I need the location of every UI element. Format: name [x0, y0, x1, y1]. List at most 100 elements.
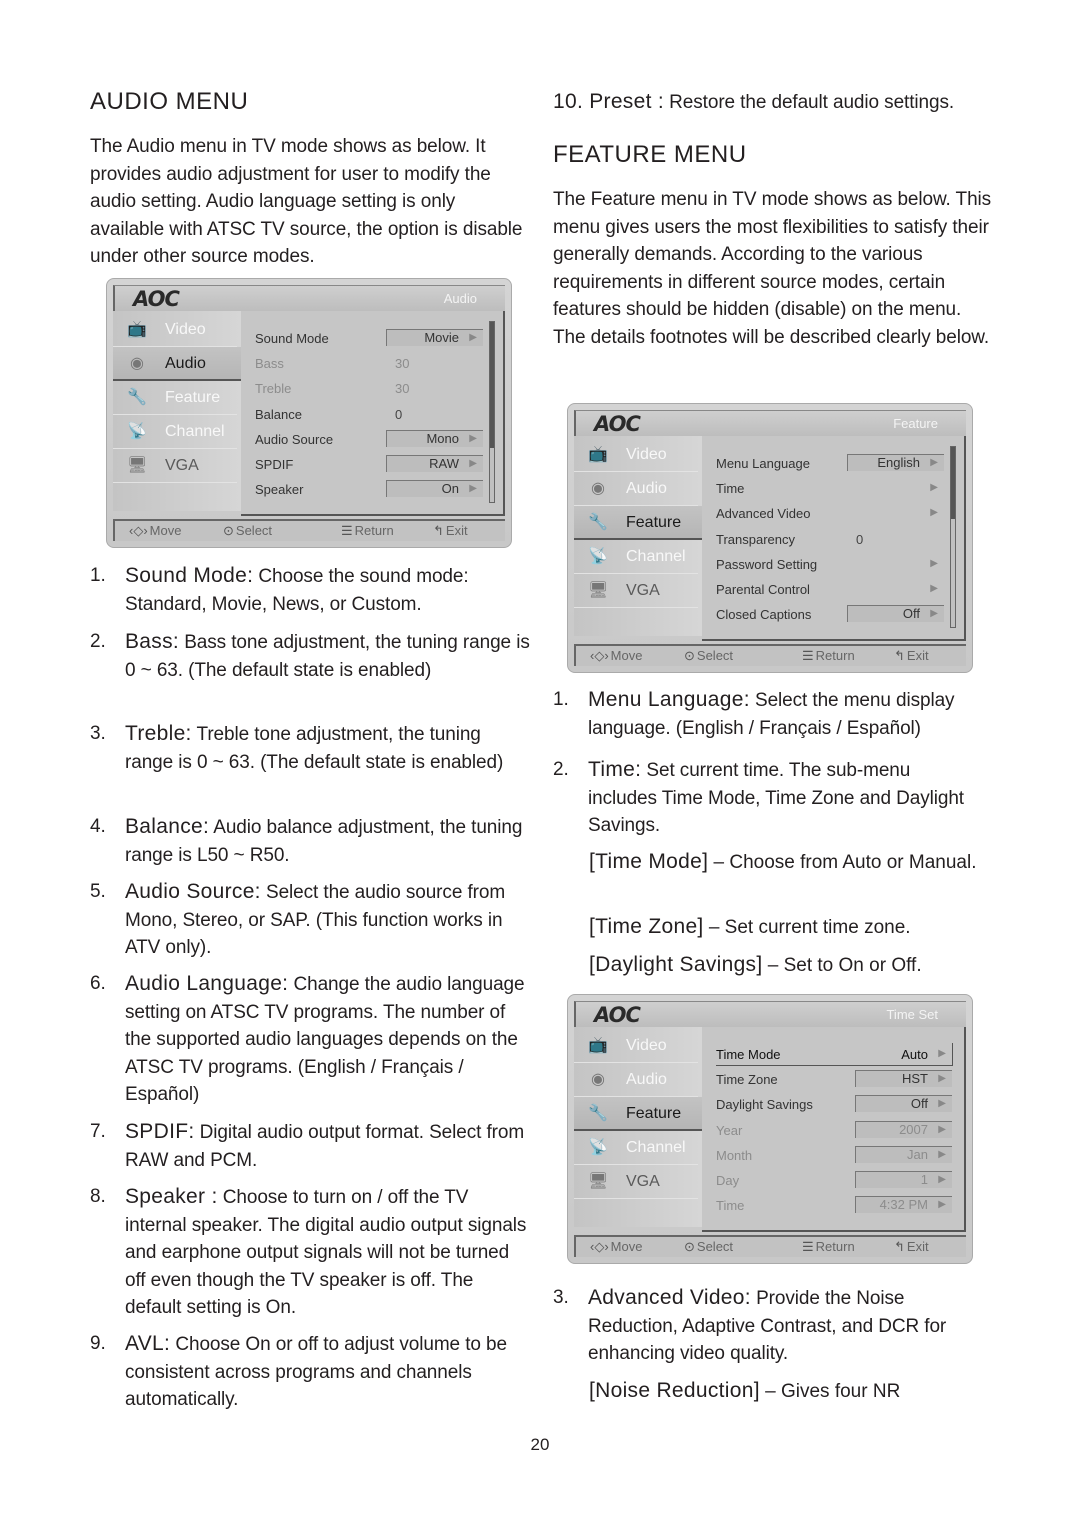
move-icon: ‹◇› — [129, 523, 148, 538]
sub-item-term: [Time Mode] — [589, 850, 709, 873]
osd-row-time-zone[interactable]: Time Zone HST ▶ — [716, 1068, 952, 1090]
list-item: 8. Speaker : Choose to turn on / off the … — [90, 1183, 530, 1322]
value-selector[interactable]: Movie ▶ — [386, 329, 483, 346]
list-item: 1. Menu Language: Select the menu display… — [553, 686, 998, 742]
osd-row-audio-source[interactable]: Audio Source Mono ▶ — [255, 428, 483, 450]
scrollbar[interactable] — [950, 446, 956, 628]
nav-item-vga[interactable]: 🖥 VGA — [574, 1165, 698, 1199]
value-selector[interactable]: Off ▶ — [847, 605, 944, 623]
osd-row-spdif[interactable]: SPDIF RAW ▶ — [255, 453, 483, 475]
arrow-right-icon: ▶ — [938, 1048, 946, 1059]
sub-item-text: – Set current time zone. — [703, 917, 911, 938]
nav-item-audio[interactable]: ◉ Audio — [574, 472, 698, 506]
arrow-right-icon: ▶ — [930, 557, 938, 569]
item-text: Set current time. The sub-menu includes … — [588, 760, 964, 836]
monitor-icon: 🖥 — [588, 582, 609, 599]
hint-select: ⊙ Select — [223, 523, 272, 539]
osd-row-parental-control[interactable]: Parental Control ▶ — [716, 578, 944, 600]
nav-label: Channel — [165, 423, 225, 440]
item-number: 2. — [90, 631, 106, 652]
row-value: Off — [902, 606, 920, 622]
value-selector[interactable]: Off ▶ — [855, 1095, 952, 1113]
item-body: Menu Language: Select the menu display l… — [588, 686, 998, 742]
hint-label: Exit — [906, 648, 929, 663]
row-label: Time — [716, 1198, 745, 1214]
osd-row-time[interactable]: Time ▶ — [716, 477, 944, 499]
row-value: 0 — [395, 406, 403, 422]
row-label: Sound Mode — [255, 331, 329, 346]
nav-label: Video — [165, 321, 206, 338]
audio-menu-intro: The Audio menu in TV mode shows as below… — [90, 136, 523, 267]
osd-row-time[interactable]: Time 4:32 PM ▶ — [716, 1194, 952, 1216]
nav-label: VGA — [626, 1173, 660, 1190]
return-icon: ☰ — [802, 1239, 814, 1254]
sub-item-text: – Gives four NR — [759, 1381, 901, 1402]
nav-item-audio[interactable]: ◉ Audio — [113, 347, 241, 381]
scrollbar[interactable] — [489, 321, 495, 503]
nav-label: VGA — [626, 582, 660, 599]
nav-item-feature[interactable]: 🔧 Feature — [113, 381, 237, 415]
osd-row-treble[interactable]: Treble 30 — [255, 377, 483, 399]
sub-item: [Daylight Savings] – Set to On or Off. — [589, 951, 989, 980]
arrow-right-icon: ▶ — [938, 1123, 946, 1135]
value-selector[interactable]: 1 ▶ — [855, 1171, 952, 1188]
nav-item-feature[interactable]: 🔧 Feature — [574, 506, 702, 540]
nav-label: Channel — [626, 548, 686, 565]
nav-item-channel[interactable]: 📡 Channel — [113, 415, 237, 449]
nav-item-channel[interactable]: 📡 Channel — [574, 1131, 698, 1165]
osd-row-password-setting[interactable]: Password Setting ▶ — [716, 553, 944, 575]
osd-row-balance[interactable]: Balance 0 — [255, 403, 483, 425]
row-value: 4:32 PM — [879, 1197, 928, 1213]
osd-content: Menu Language English ▶ Time ▶ Advanced Video… — [702, 436, 966, 641]
value-selector[interactable]: 2007 ▶ — [855, 1120, 952, 1138]
scrollbar-thumb[interactable] — [951, 447, 955, 519]
nav-item-video[interactable]: 📺 Video — [574, 1029, 698, 1063]
hint-move: ‹◇› Move — [590, 648, 642, 664]
osd-sidebar: 📺 Video ◉ Audio 🔧 Feature 📡 Channel 🖥 VGA — [574, 1027, 702, 1227]
value-selector[interactable]: Jan ▶ — [855, 1145, 952, 1163]
item-text: Bass tone adjustment, the tuning range i… — [125, 632, 530, 681]
nav-item-video[interactable]: 📺 Video — [113, 313, 237, 347]
value-selector[interactable]: English ▶ — [847, 454, 944, 471]
nav-label: Feature — [626, 514, 682, 531]
osd-row-day[interactable]: Day 1 ▶ — [716, 1169, 952, 1191]
osd-row-advanced-video[interactable]: Advanced Video ▶ — [716, 502, 944, 524]
osd-row-year[interactable]: Year 2007 ▶ — [716, 1119, 952, 1141]
nav-item-video[interactable]: 📺 Video — [574, 438, 698, 472]
nav-label: VGA — [165, 457, 199, 474]
osd-row-sound-mode[interactable]: Sound Mode Movie ▶ — [255, 327, 483, 349]
item-body: Bass: Bass tone adjustment, the tuning r… — [125, 628, 530, 684]
item-term: Time: — [588, 758, 642, 781]
row-label: Speaker — [255, 482, 304, 498]
osd-row-closed-captions[interactable]: Closed Captions Off ▶ — [716, 603, 944, 625]
feature-menu-intro: The Feature menu in TV mode shows as bel… — [553, 189, 992, 348]
wrench-icon: 🔧 — [127, 389, 147, 406]
row-label: Balance — [255, 406, 302, 422]
nav-item-vga[interactable]: 🖥 VGA — [574, 574, 698, 608]
row-value: On — [441, 481, 459, 497]
osd-row-month[interactable]: Month Jan ▶ — [716, 1144, 952, 1166]
value-selector[interactable]: Mono ▶ — [386, 429, 483, 447]
hint-move: ‹◇› Move — [129, 523, 181, 539]
scrollbar-thumb[interactable] — [490, 322, 494, 448]
value-selector[interactable]: 4:32 PM ▶ — [855, 1196, 952, 1214]
nav-item-feature[interactable]: 🔧 Feature — [574, 1097, 702, 1131]
nav-item-audio[interactable]: ◉ Audio — [574, 1063, 698, 1097]
value-selector[interactable]: HST ▶ — [855, 1070, 952, 1088]
hint-label: Select — [235, 523, 273, 538]
list-item: 7. SPDIF: Digital audio output format. Se… — [90, 1118, 530, 1174]
osd-row-bass[interactable]: Bass 30 — [255, 352, 483, 374]
list-item: 2. Bass: Bass tone adjustment, the tuning… — [90, 628, 530, 684]
nav-item-vga[interactable]: 🖥 VGA — [113, 449, 237, 483]
row-label: Year — [716, 1122, 743, 1138]
osd-row-daylight-savings[interactable]: Daylight Savings Off ▶ — [716, 1093, 952, 1115]
osd-row-speaker[interactable]: Speaker On ▶ — [255, 478, 483, 500]
item-term: 10. Preset : — [553, 90, 664, 113]
nav-item-channel[interactable]: 📡 Channel — [574, 540, 698, 574]
osd-row-transparency[interactable]: Transparency 0 — [716, 528, 944, 550]
osd-row-time-mode[interactable]: Time Mode Auto ▶ — [716, 1043, 953, 1066]
osd-footer: ‹◇› Move ⊙ Select ☰ Return ↰ Exit — [113, 519, 505, 541]
value-selector[interactable]: RAW ▶ — [386, 455, 483, 472]
osd-row-menu-language[interactable]: Menu Language English ▶ — [716, 452, 944, 474]
value-selector[interactable]: On ▶ — [386, 480, 483, 498]
